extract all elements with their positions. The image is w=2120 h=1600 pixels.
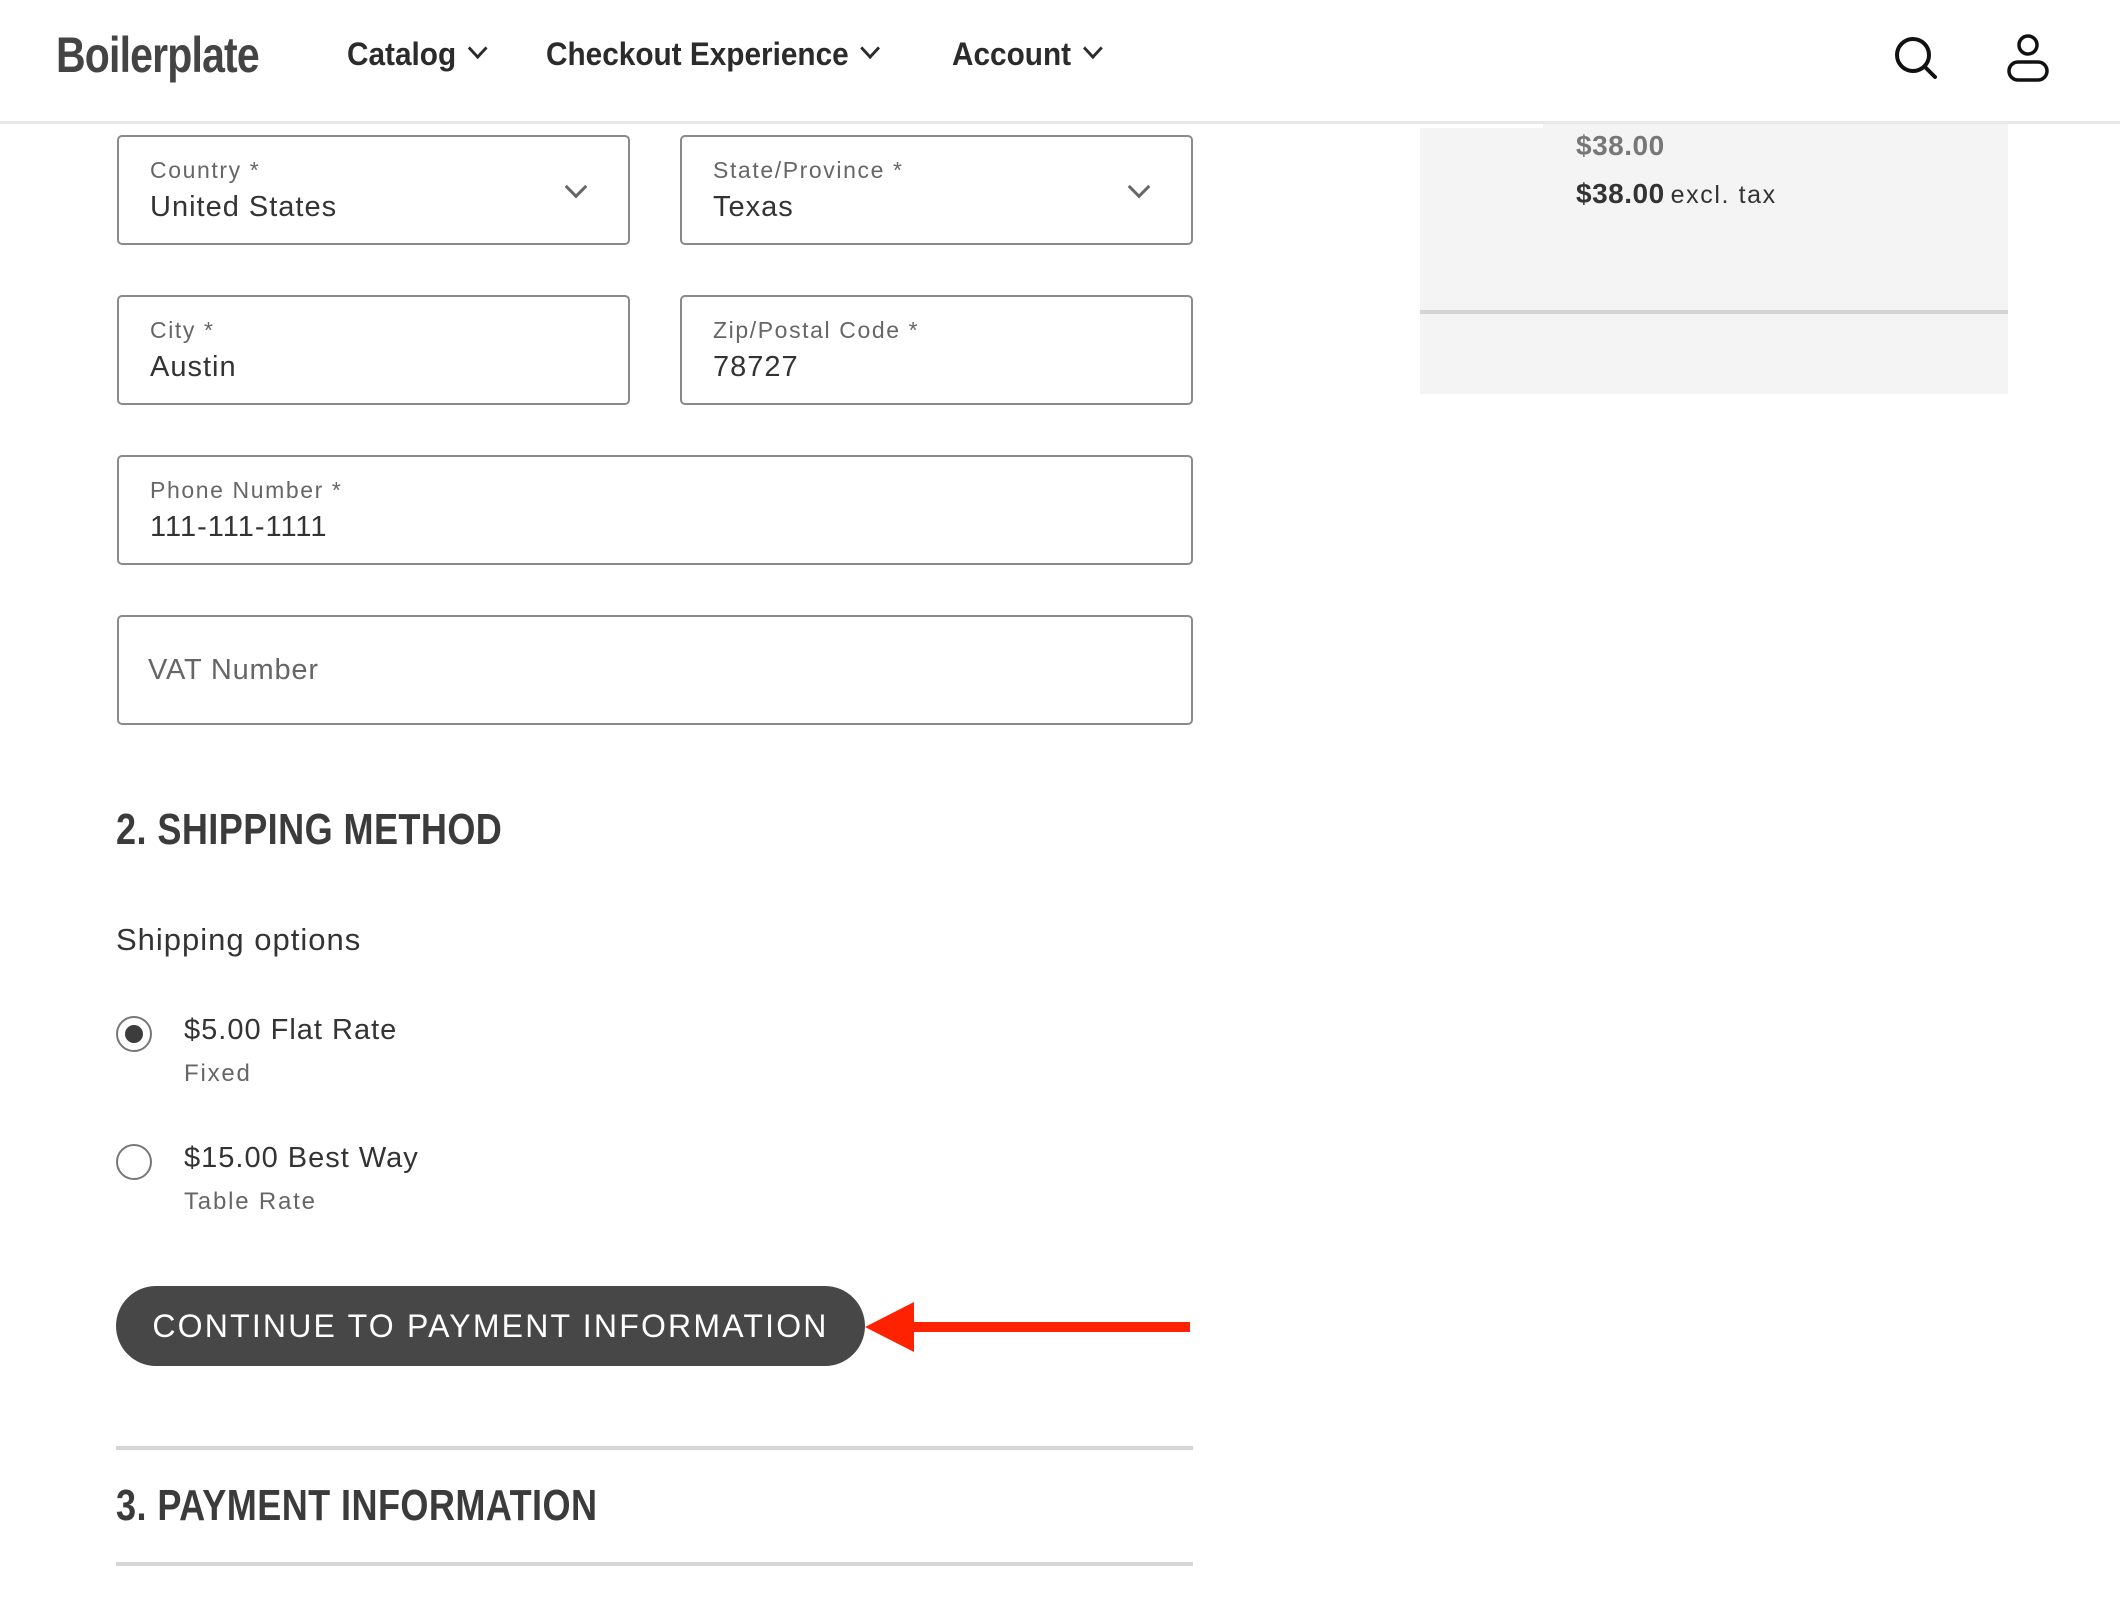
arrow-head: [865, 1302, 914, 1352]
nav-catalog-label: Catalog: [347, 36, 457, 72]
shipping-option-flat-rate-label[interactable]: $5.00 Flat Rate: [184, 1014, 397, 1047]
shipping-option-flat-rate-radio[interactable]: [116, 1016, 152, 1052]
price-excl-value: $38.00: [1576, 178, 1665, 209]
chevron-down-icon: [564, 175, 588, 199]
country-label: Country *: [150, 157, 261, 183]
phone-label: Phone Number *: [150, 477, 343, 503]
chevron-down-icon: [860, 37, 881, 60]
account-button[interactable]: [2006, 33, 2050, 88]
site-header: Boilerplate Catalog Checkout Experience …: [0, 0, 2120, 124]
search-button[interactable]: [1892, 34, 1940, 87]
section-divider: [116, 1562, 1193, 1566]
country-select[interactable]: Country * United States: [117, 135, 630, 245]
order-summary-panel: $38.00 $38.00 excl. tax: [1420, 124, 2008, 394]
state-value: Texas: [713, 191, 794, 223]
section-divider: [116, 1446, 1193, 1450]
zip-label: Zip/Postal Code *: [713, 317, 920, 343]
annotation-arrow-icon: [865, 1302, 1190, 1352]
nav-catalog[interactable]: Catalog: [347, 36, 488, 73]
chevron-down-icon: [468, 37, 488, 60]
item-price-excl-tax: $38.00 excl. tax: [1576, 178, 1777, 210]
city-value: Austin: [150, 351, 237, 383]
phone-field[interactable]: Phone Number * 111-111-1111: [117, 455, 1193, 565]
product-image: [1420, 124, 1543, 128]
phone-value: 111-111-1111: [150, 511, 328, 543]
state-select[interactable]: State/Province * Texas: [680, 135, 1193, 245]
chevron-down-icon: [1083, 37, 1103, 60]
zip-value: 78727: [713, 351, 799, 383]
city-field[interactable]: City * Austin: [117, 295, 630, 405]
summary-divider: [1420, 310, 2008, 314]
search-icon: [1895, 37, 1937, 79]
nav-account-label: Account: [952, 36, 1072, 72]
shipping-option-best-way-radio[interactable]: [116, 1144, 152, 1180]
user-account-icon: [2007, 34, 2049, 82]
country-value: United States: [150, 191, 338, 223]
city-label: City *: [150, 317, 215, 343]
nav-checkout-experience[interactable]: Checkout Experience: [546, 36, 881, 73]
item-price: $38.00: [1576, 130, 1665, 161]
shipping-option-best-way-sublabel: Table Rate: [184, 1188, 317, 1215]
nav-account[interactable]: Account: [952, 36, 1103, 73]
vat-placeholder: VAT Number: [148, 654, 319, 686]
excl-tax-label: excl. tax: [1670, 181, 1777, 209]
vat-field[interactable]: VAT Number: [117, 615, 1193, 725]
arrow-shaft: [910, 1322, 1190, 1332]
zip-field[interactable]: Zip/Postal Code * 78727: [680, 295, 1193, 405]
shipping-method-heading: 2. SHIPPING METHOD: [116, 805, 503, 854]
nav-checkout-experience-label: Checkout Experience: [546, 36, 849, 72]
shipping-options-label: Shipping options: [116, 922, 362, 957]
state-label: State/Province *: [713, 157, 904, 183]
site-logo[interactable]: Boilerplate: [56, 26, 260, 84]
continue-to-payment-button[interactable]: CONTINUE TO PAYMENT INFORMATION: [116, 1286, 865, 1366]
shipping-option-best-way-label[interactable]: $15.00 Best Way: [184, 1142, 419, 1175]
payment-information-heading: 3. PAYMENT INFORMATION: [116, 1481, 598, 1530]
chevron-down-icon: [1127, 175, 1151, 199]
shipping-option-flat-rate-sublabel: Fixed: [184, 1060, 252, 1087]
